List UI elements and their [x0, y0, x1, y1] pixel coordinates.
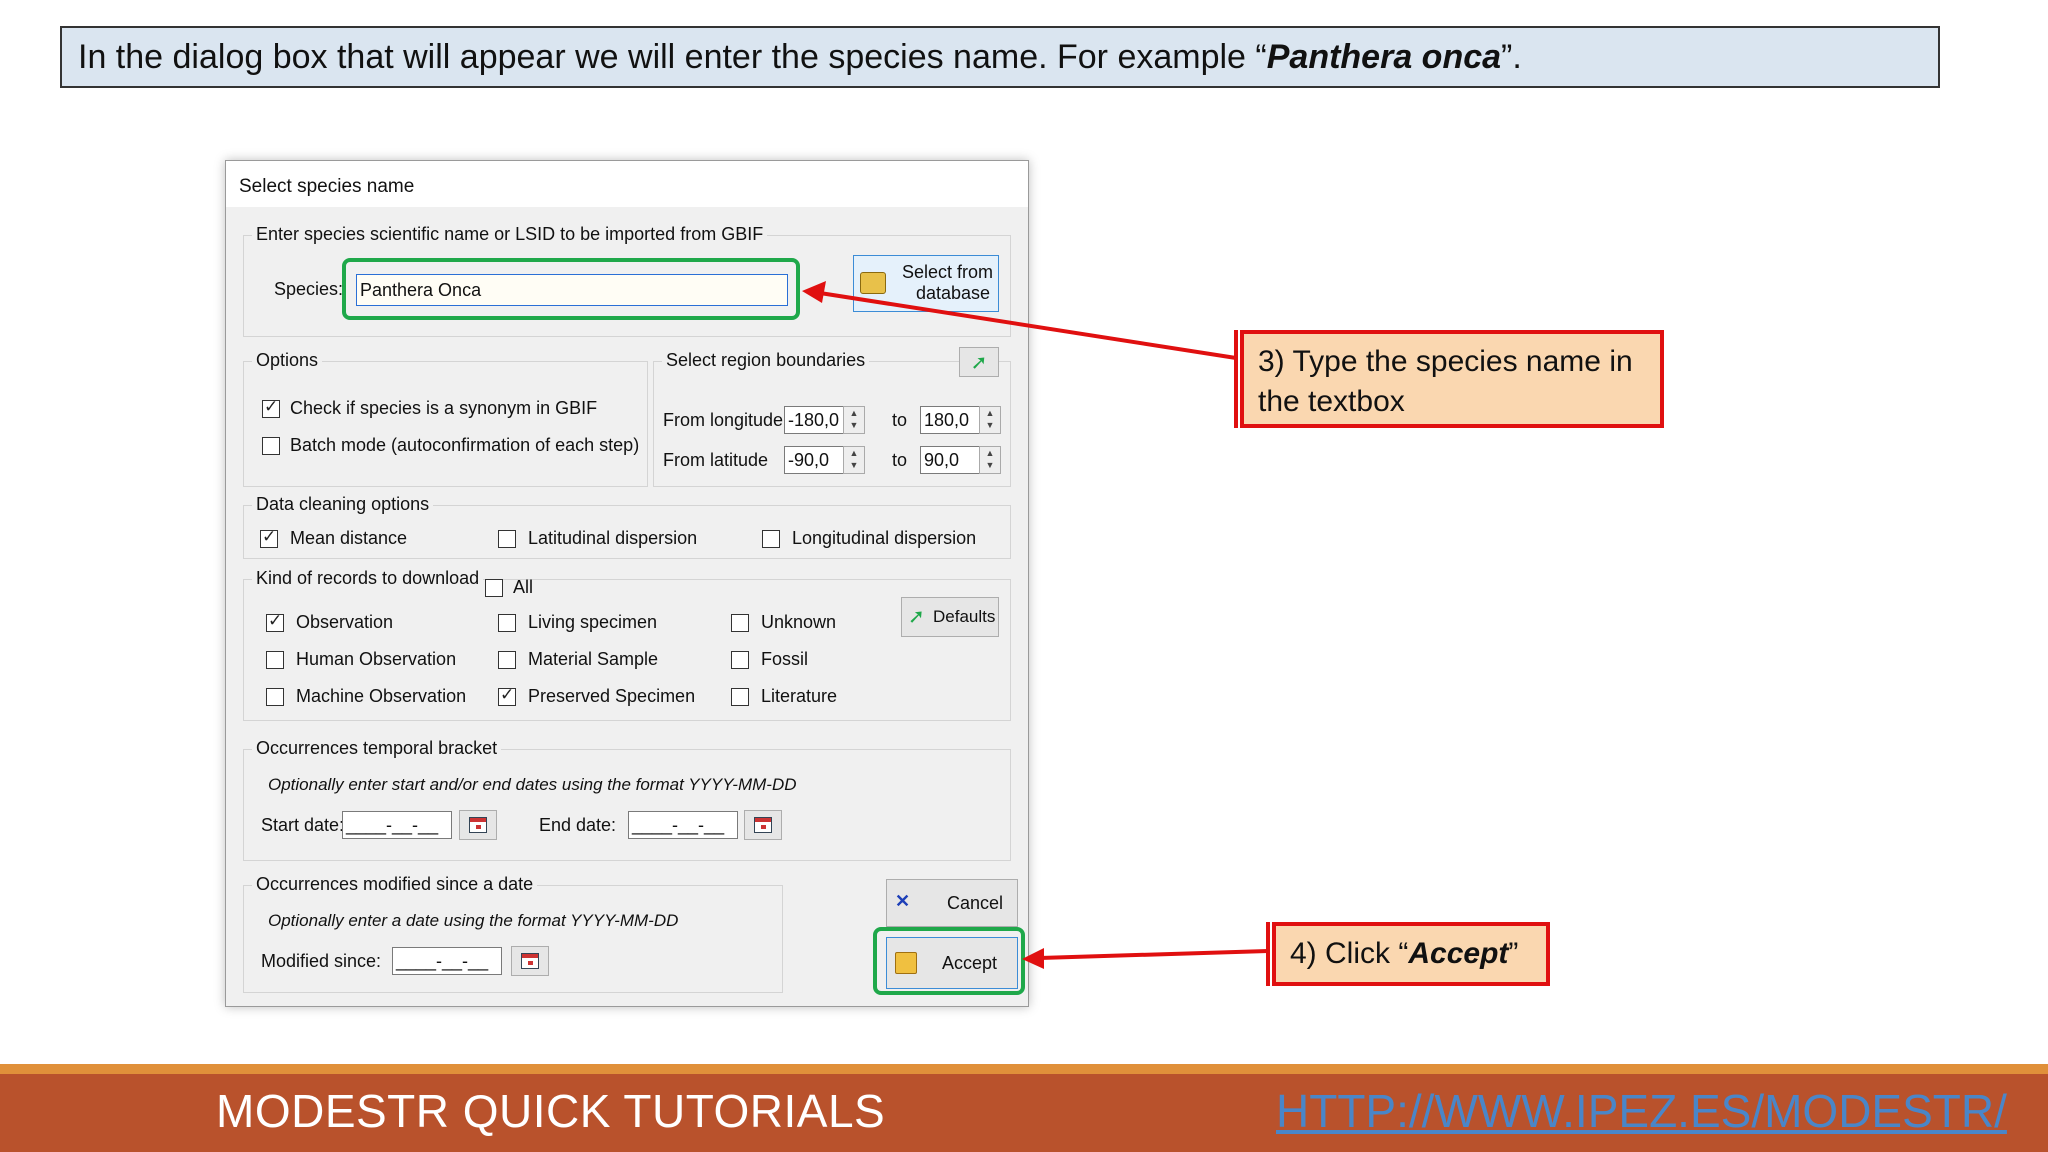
footer-title: MODESTR QUICK TUTORIALS	[216, 1085, 886, 1137]
callout-step4-suffix: ”	[1508, 937, 1519, 970]
callout-step4: 4) Click “Accept”	[1266, 922, 1550, 986]
footer-accent-line	[0, 1064, 2048, 1074]
arrow-to-accept	[1039, 949, 1269, 960]
arrow-head-accept	[1022, 948, 1044, 969]
callout-step3: 3) Type the species name in the textbox	[1234, 330, 1664, 428]
arrow-head-species	[802, 281, 826, 303]
annotation-arrows	[802, 281, 1269, 969]
callout-step4-bold: Accept	[1408, 937, 1509, 970]
footer-link[interactable]: HTTP://WWW.IPEZ.ES/MODESTR/	[1276, 1084, 2007, 1138]
arrow-to-species-input	[819, 291, 1237, 360]
callout-step4-prefix: 4) Click “	[1290, 937, 1409, 970]
